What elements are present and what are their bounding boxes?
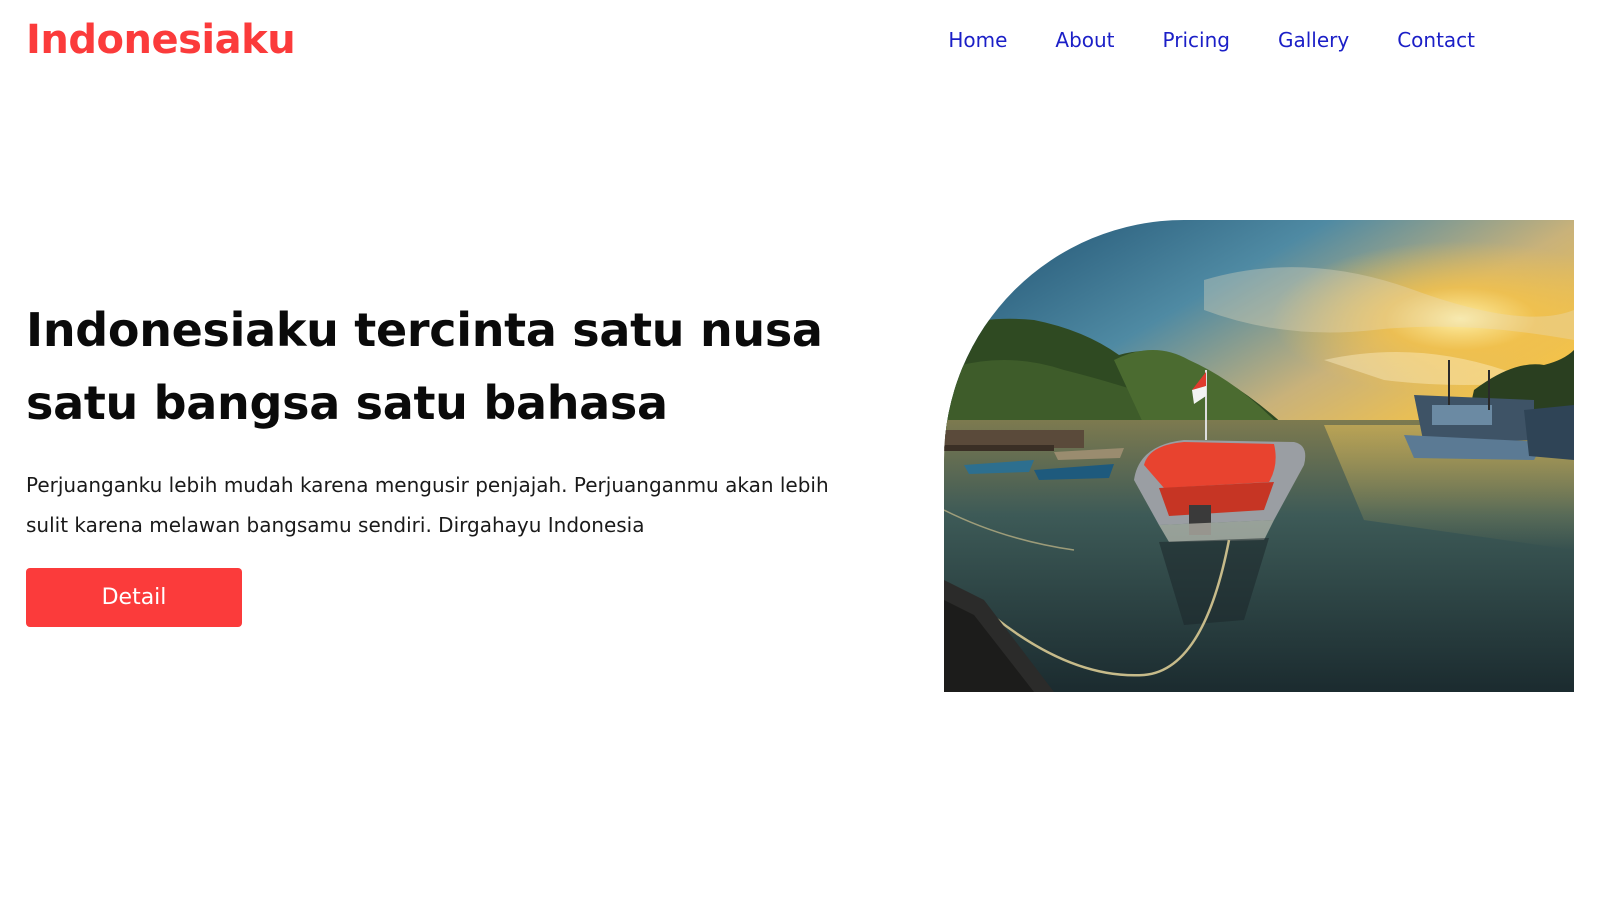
nav-link-gallery[interactable]: Gallery bbox=[1278, 28, 1349, 52]
main-nav: Home About Pricing Gallery Contact bbox=[900, 28, 1475, 52]
nav-link-contact[interactable]: Contact bbox=[1397, 28, 1475, 52]
landing-page: Indonesiaku Home About Pricing Gallery C… bbox=[0, 0, 1623, 900]
nav-link-home[interactable]: Home bbox=[948, 28, 1007, 52]
site-logo[interactable]: Indonesiaku bbox=[26, 16, 296, 64]
hero-title: Indonesiaku tercinta satu nusa satu bang… bbox=[26, 294, 846, 440]
nav-link-pricing[interactable]: Pricing bbox=[1163, 28, 1230, 52]
hero-image bbox=[944, 220, 1574, 692]
hero-description-line-1: Perjuanganku lebih mudah karena mengusir… bbox=[26, 473, 829, 497]
hero-title-line-2: satu bangsa satu bahasa bbox=[26, 376, 668, 430]
nav-link-about[interactable]: About bbox=[1055, 28, 1114, 52]
harbor-sunset-illustration bbox=[944, 220, 1574, 692]
hero-title-line-1: Indonesiaku tercinta satu nusa bbox=[26, 303, 823, 357]
hero-description-line-2: sulit karena melawan bangsamu sendiri. D… bbox=[26, 513, 645, 537]
detail-button[interactable]: Detail bbox=[26, 568, 242, 627]
hero-description: Perjuanganku lebih mudah karena mengusir… bbox=[26, 465, 856, 545]
